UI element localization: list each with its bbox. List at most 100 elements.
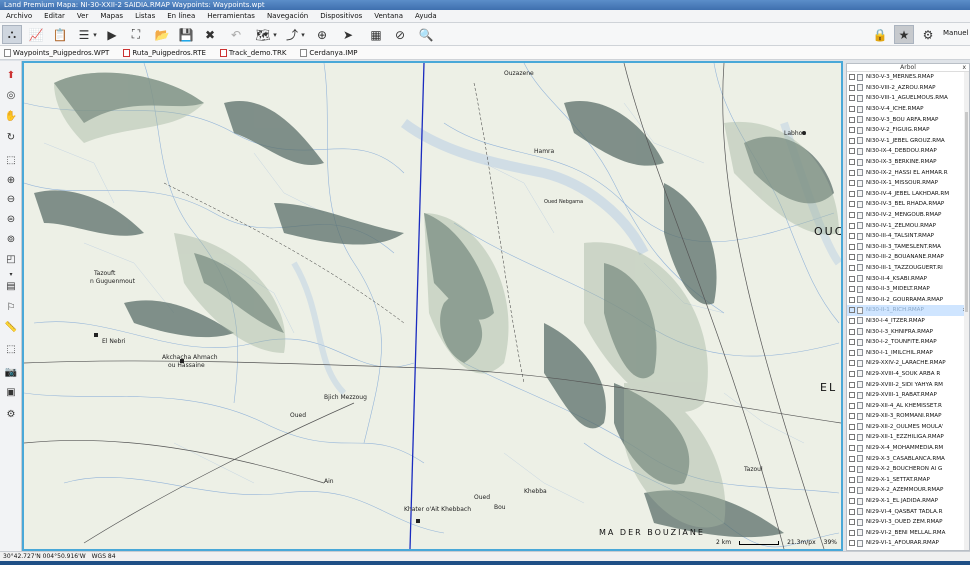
- pan-tool[interactable]: ✋: [3, 108, 19, 124]
- tree-item-checkbox[interactable]: [849, 169, 855, 176]
- tree-item-checkbox[interactable]: [849, 95, 855, 102]
- tree-item[interactable]: NI30-IV-3_BEL RHADA.RMAP: [847, 199, 969, 210]
- navigate-button[interactable]: ➤: [338, 25, 358, 44]
- tree-item-checkbox[interactable]: [849, 328, 855, 335]
- user-name[interactable]: Manuel: [943, 29, 968, 37]
- tree-item-checkbox[interactable]: [849, 392, 855, 399]
- undo-button[interactable]: ↶: [226, 25, 246, 44]
- map-dropdown[interactable]: ▾: [270, 25, 280, 44]
- tree-item-checkbox[interactable]: [849, 116, 855, 123]
- tree-item-checkbox[interactable]: [849, 74, 855, 81]
- tree-item-checkbox[interactable]: [849, 455, 855, 462]
- tree-item[interactable]: NI29-VI-1_AFOURAR.RMAP: [847, 538, 969, 549]
- rotate-tool[interactable]: ↻: [3, 129, 19, 145]
- tree-item[interactable]: NI29-XII-3_ROMMANI.RMAP: [847, 411, 969, 422]
- waypoint-tool[interactable]: ⚐: [3, 299, 19, 315]
- tree-item[interactable]: NI30-II-4_KSABI.RMAP: [847, 273, 969, 284]
- pointer-tool[interactable]: ⬆: [3, 67, 19, 83]
- tree-item[interactable]: NI29-X-1_EL JADIDA.RMAP: [847, 496, 969, 507]
- tree-item-checkbox[interactable]: [849, 381, 855, 388]
- tree-scrollbar[interactable]: [964, 72, 969, 550]
- tree-item-checkbox[interactable]: [849, 180, 855, 187]
- select-area-tool[interactable]: ⬚: [3, 341, 19, 357]
- tree-item[interactable]: NI29-XXIV-2_LARACHE.RMAP: [847, 358, 969, 369]
- route-dropdown[interactable]: ▾: [298, 25, 308, 44]
- tree-item[interactable]: NI30-I-1_IMILCHIL.RMAP: [847, 347, 969, 358]
- tree-item[interactable]: NI30-I-2_TOUNFITE.RMAP: [847, 337, 969, 348]
- tree-item[interactable]: NI29-VI-2_BENI MELLAL.RMA: [847, 528, 969, 539]
- tree-item[interactable]: NI30-IX-3_BERKINE.RMAP: [847, 157, 969, 168]
- tree-item[interactable]: NI30-V-4_ICHE.RMAP: [847, 104, 969, 115]
- menu-mapas[interactable]: Mapas: [94, 12, 129, 20]
- tree-item-checkbox[interactable]: [849, 222, 855, 229]
- tree-item[interactable]: NI30-III-2_BOUANANE.RMAP: [847, 252, 969, 263]
- file-tab-image-map[interactable]: Cerdanya.IMP: [296, 48, 358, 57]
- qr-button[interactable]: ▦: [366, 25, 386, 44]
- tree-item-checkbox[interactable]: [849, 529, 855, 536]
- tree-item-checkbox[interactable]: [849, 275, 855, 282]
- tree-item-checkbox[interactable]: [849, 212, 855, 219]
- tree-item[interactable]: NI30-VIII-1_AGUELMOUS.RMA: [847, 93, 969, 104]
- tree-item-checkbox[interactable]: [849, 317, 855, 324]
- menu-archivo[interactable]: Archivo: [0, 12, 38, 20]
- tree-item-checkbox[interactable]: [849, 445, 855, 452]
- tree-item[interactable]: NI30-V-3_BOU ARFA.RMAP: [847, 114, 969, 125]
- tree-item-checkbox[interactable]: [849, 286, 855, 293]
- tree-item[interactable]: NI29-VI-3_OUED ZEM.RMAP: [847, 517, 969, 528]
- tool-list[interactable]: ▤: [3, 278, 19, 294]
- tree-item-checkbox[interactable]: [849, 360, 855, 367]
- save-button[interactable]: 💾: [176, 25, 196, 44]
- zoom-in-tool[interactable]: ⊕: [3, 172, 19, 188]
- settings-button[interactable]: ⚙: [918, 25, 938, 44]
- tree-item-checkbox[interactable]: [849, 254, 855, 261]
- tree-item-checkbox[interactable]: [849, 339, 855, 346]
- tree-item[interactable]: NI29-XVIII-2_SIDI YAHYA RM: [847, 379, 969, 390]
- zoom-window-tool[interactable]: ⬚: [3, 152, 19, 168]
- tree-item-checkbox[interactable]: [849, 508, 855, 515]
- photo-tool[interactable]: ▣: [3, 384, 19, 400]
- ruler-tool[interactable]: 📏: [3, 319, 19, 335]
- tree-item-checkbox[interactable]: [849, 296, 855, 303]
- profile-button[interactable]: 📈: [26, 25, 46, 44]
- menu-ayuda[interactable]: Ayuda: [409, 12, 443, 20]
- tree-item-checkbox[interactable]: [849, 190, 855, 197]
- tree-item-checkbox[interactable]: [849, 519, 855, 526]
- tree-item[interactable]: NI29-XVIII-4_SOUK ARBA R: [847, 369, 969, 380]
- tree-item[interactable]: NI30-IV-4_JEBEL LAKHDAR.RM: [847, 189, 969, 200]
- play-button[interactable]: ▶: [102, 25, 122, 44]
- tree-item-checkbox[interactable]: [849, 540, 855, 547]
- map-view-tool-button[interactable]: ⛬: [2, 25, 22, 44]
- tree-item[interactable]: NI29-X-2_AZEMMOUR.RMAP: [847, 485, 969, 496]
- menu-navegacion[interactable]: Navegación: [261, 12, 314, 20]
- tree-item-checkbox[interactable]: [849, 137, 855, 144]
- file-tab-route[interactable]: Ruta_Puigpedros.RTE: [119, 48, 206, 57]
- tree-item-checkbox[interactable]: [849, 349, 855, 356]
- tree-item[interactable]: NI30-V-1_JEBEL GROUZ.RMA: [847, 136, 969, 147]
- menu-listas[interactable]: Listas: [129, 12, 161, 20]
- tree-item-checkbox[interactable]: [849, 84, 855, 91]
- tree-item[interactable]: NI29-X-4_MOHAMMEDIA.RM: [847, 443, 969, 454]
- tree-item[interactable]: NI30-V-3_MERNES.RMAP: [847, 72, 969, 83]
- tree-item-checkbox[interactable]: [849, 148, 855, 155]
- tree-item-checkbox[interactable]: [849, 466, 855, 473]
- tree-item[interactable]: NI29-VI-4_QASBAT TADLA.R: [847, 506, 969, 517]
- tree-item-checkbox[interactable]: [849, 434, 855, 441]
- tree-item[interactable]: NI29-XVIII-1_RABAT.RMAP: [847, 390, 969, 401]
- settings-tool[interactable]: ⚙: [3, 406, 19, 422]
- camera-tool[interactable]: 📷: [3, 364, 19, 380]
- tree-item-checkbox[interactable]: [849, 127, 855, 134]
- tree-item[interactable]: NI29-X-3_CASABLANCA.RMA: [847, 453, 969, 464]
- center-tool[interactable]: ◎: [3, 87, 19, 103]
- tree-item[interactable]: NI29-XII-2_OULMES MOULA': [847, 422, 969, 433]
- menu-herramientas[interactable]: Herramientas: [201, 12, 261, 20]
- lock-button[interactable]: 🔒: [870, 25, 890, 44]
- zoom-fit-tool[interactable]: ⊜: [3, 211, 19, 227]
- tree-item[interactable]: NI30-III-3_TAMESLENT.RMA: [847, 242, 969, 253]
- clipboard-button[interactable]: 📋: [50, 25, 70, 44]
- tree-item[interactable]: NI30-III-1_TAZZOUGUERT.RI: [847, 263, 969, 274]
- tree-item[interactable]: NI29-XII-4_AL KHEMISSET.R: [847, 400, 969, 411]
- tree-item[interactable]: NI30-II-1_RICH.RMAPx: [847, 305, 969, 316]
- tree-item-checkbox[interactable]: [849, 498, 855, 505]
- tree-item[interactable]: NI29-XII-1_EZZHILIGA.RMAP: [847, 432, 969, 443]
- tree-item[interactable]: NI30-IX-2_HASSI EL AHMAR.R: [847, 167, 969, 178]
